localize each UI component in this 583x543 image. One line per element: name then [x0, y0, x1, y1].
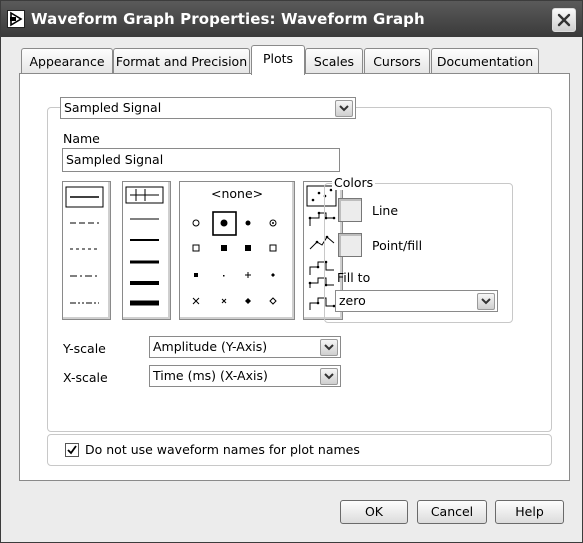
fill-to-label: Fill to [337, 270, 371, 285]
y-scale-value: Amplitude (Y-Axis) [153, 339, 268, 354]
plot-select[interactable]: Sampled Signal [60, 97, 356, 119]
point-style-options [192, 211, 277, 305]
chevron-down-icon [477, 293, 495, 310]
app-icon [7, 10, 25, 28]
point-fill-label: Point/fill [372, 238, 423, 253]
line-style-palette[interactable] [62, 181, 111, 320]
x-scale-select[interactable]: Time (ms) (X-Axis) [149, 365, 341, 387]
fill-to-value: zero [339, 293, 366, 308]
tab-appearance[interactable]: Appearance [21, 48, 113, 73]
ok-button[interactable]: OK [340, 500, 408, 524]
line-color-swatch[interactable] [338, 198, 362, 222]
y-scale-label: Y-scale [63, 341, 106, 356]
y-scale-select[interactable]: Amplitude (Y-Axis) [149, 336, 341, 358]
tab-documentation[interactable]: Documentation [431, 48, 539, 73]
point-style-none[interactable]: <none> [211, 186, 263, 201]
title-bar: Waveform Graph Properties: Waveform Grap… [1, 1, 582, 37]
colors-title: Colors [332, 175, 376, 190]
waveform-names-checkbox[interactable] [65, 443, 79, 457]
line-width-palette[interactable] [122, 181, 171, 320]
waveform-names-option: Do not use waveform names for plot names [47, 434, 552, 466]
cancel-button[interactable]: Cancel [417, 500, 487, 524]
line-style-options [65, 186, 104, 304]
close-icon [557, 13, 571, 27]
line-width-options [125, 186, 164, 306]
close-button[interactable] [552, 8, 576, 32]
waveform-names-label: Do not use waveform names for plot names [85, 442, 360, 457]
chevron-down-icon [320, 368, 338, 385]
colors-group: Colors Line Point/fill Fill to zero [324, 175, 513, 323]
window-title: Waveform Graph Properties: Waveform Grap… [31, 10, 425, 28]
point-fill-color-swatch[interactable] [338, 233, 362, 257]
checkmark-icon [67, 445, 77, 455]
x-scale-value: Time (ms) (X-Axis) [153, 368, 268, 383]
name-field[interactable]: Sampled Signal [62, 148, 340, 172]
line-color-label: Line [372, 203, 399, 218]
properties-dialog: Waveform Graph Properties: Waveform Grap… [0, 0, 583, 543]
x-scale-label: X-scale [63, 370, 108, 385]
chevron-down-icon [335, 100, 353, 117]
name-field-value: Sampled Signal [66, 152, 164, 167]
tab-scales[interactable]: Scales [305, 48, 363, 73]
tab-format-and-precision[interactable]: Format and Precision [113, 48, 250, 73]
plot-select-value: Sampled Signal [64, 100, 162, 115]
tab-cursors[interactable]: Cursors [364, 48, 430, 73]
chevron-down-icon [320, 339, 338, 356]
name-label: Name [63, 131, 100, 146]
help-button[interactable]: Help [495, 500, 564, 524]
point-style-palette[interactable]: <none> [179, 181, 295, 320]
tab-plots[interactable]: Plots [251, 45, 305, 75]
plots-panel: Sampled Signal Name Sampled Signal <none… [19, 73, 570, 481]
fill-to-select[interactable]: zero [335, 290, 498, 312]
